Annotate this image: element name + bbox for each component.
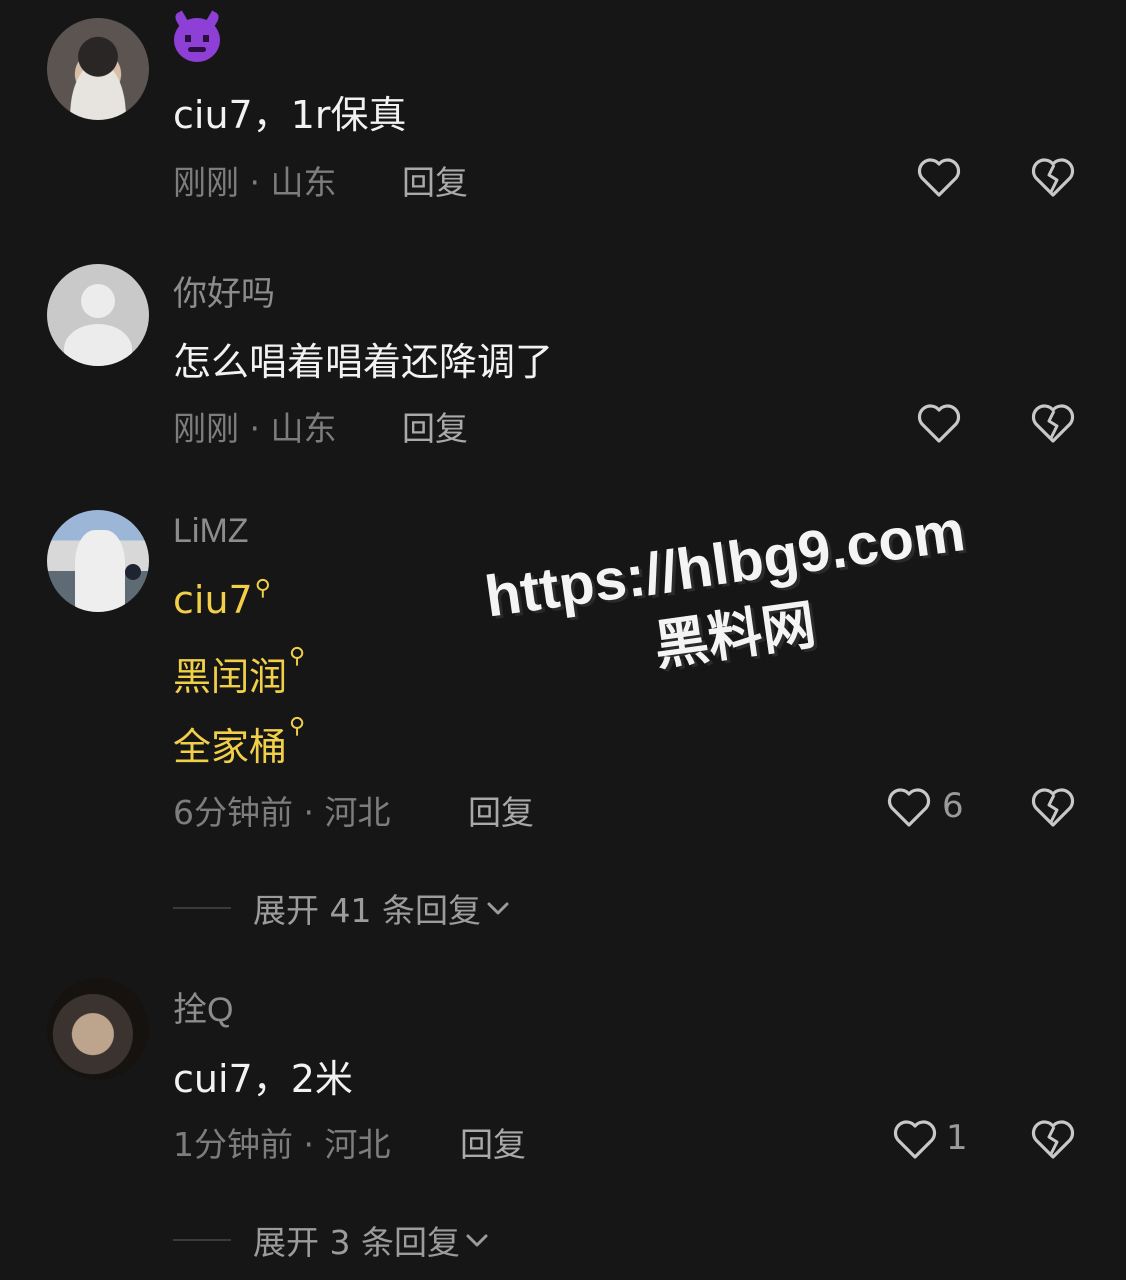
comment-username[interactable]: 你好吗 [173, 266, 275, 315]
broken-heart-icon [1031, 158, 1075, 197]
meta-separator: · [303, 1125, 315, 1164]
avatar[interactable] [47, 510, 149, 612]
heart-outline-icon [893, 1120, 937, 1159]
broken-heart-icon [1031, 404, 1075, 443]
reply-button[interactable]: 回复 [460, 1118, 526, 1166]
meta-separator: · [303, 793, 315, 832]
dislike-button[interactable] [1030, 1118, 1076, 1160]
like-button[interactable] [892, 1118, 938, 1160]
search-tag-label: ciu7 [173, 578, 253, 622]
like-button[interactable] [916, 402, 962, 444]
broken-heart-icon [1031, 1120, 1075, 1159]
expand-replies-label: 展开 41 条回复 [253, 891, 481, 930]
dislike-button[interactable] [1030, 402, 1076, 444]
devil-emoji-icon [174, 18, 220, 62]
expand-replies-button[interactable]: 展开 41 条回复 [173, 884, 511, 932]
comment-time: 1分钟前 [173, 1125, 293, 1164]
like-button[interactable] [886, 786, 932, 828]
search-icon: ⚲ [289, 714, 306, 739]
comment-text: 怎么唱着唱着还降调了 [173, 340, 554, 384]
like-button[interactable] [916, 156, 962, 198]
reply-button[interactable]: 回复 [402, 402, 468, 450]
comment-time: 6分钟前 [173, 793, 293, 832]
search-icon: ⚲ [289, 644, 306, 669]
reply-button[interactable]: 回复 [402, 156, 468, 204]
comment-username[interactable]: 拴Q [173, 982, 233, 1031]
comment-text: ciu7，1r保真 [173, 93, 407, 137]
comment-time: 刚刚 [173, 409, 239, 448]
heart-outline-icon [917, 158, 961, 197]
comment-meta: 6分钟前 · 河北 [173, 786, 391, 834]
chevron-down-icon [466, 1234, 488, 1247]
heart-outline-icon [887, 788, 931, 827]
search-icon: ⚲ [254, 576, 271, 601]
comment-meta: 1分钟前 · 河北 [173, 1118, 391, 1166]
comment-text: cui7，2米 [173, 1057, 353, 1101]
expand-replies-label: 展开 3 条回复 [253, 1223, 460, 1262]
avatar[interactable] [47, 264, 149, 366]
dislike-button[interactable] [1030, 156, 1076, 198]
watermark: https://hlbg9.com 黑料网 [473, 496, 988, 704]
search-tag[interactable]: 黑闰润⚲ [173, 644, 306, 701]
search-tag[interactable]: 全家桶⚲ [173, 714, 306, 771]
meta-separator: · [249, 163, 261, 202]
meta-separator: · [249, 409, 261, 448]
expand-replies-button[interactable]: 展开 3 条回复 [173, 1216, 490, 1264]
comment-location: 河北 [324, 793, 391, 832]
comment-location: 山东 [270, 409, 337, 448]
comment-meta: 刚刚 · 山东 [173, 156, 337, 204]
divider [173, 907, 231, 909]
broken-heart-icon [1031, 788, 1075, 827]
chevron-down-icon [487, 902, 509, 915]
avatar[interactable] [47, 18, 149, 120]
comment-location: 山东 [270, 163, 337, 202]
heart-outline-icon [917, 404, 961, 443]
divider [173, 1239, 231, 1241]
avatar[interactable] [47, 978, 149, 1080]
comment-time: 刚刚 [173, 163, 239, 202]
comment-location: 河北 [324, 1125, 391, 1164]
search-tag-label: 黑闰润 [173, 655, 288, 699]
like-count: 1 [946, 1118, 968, 1158]
like-count: 6 [942, 786, 964, 826]
dislike-button[interactable] [1030, 786, 1076, 828]
comment-username[interactable]: LiMZ [173, 512, 249, 551]
comment-meta: 刚刚 · 山东 [173, 402, 337, 450]
reply-button[interactable]: 回复 [468, 786, 534, 834]
search-tag-label: 全家桶 [173, 725, 288, 769]
search-tag[interactable]: ciu7⚲ [173, 576, 271, 622]
